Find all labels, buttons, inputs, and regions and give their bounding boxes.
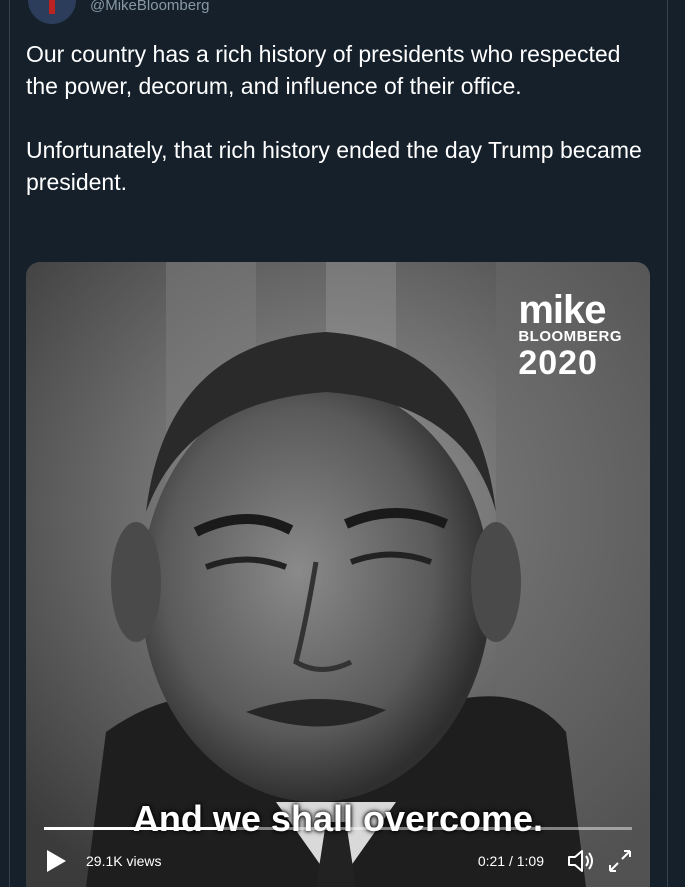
tweet-card: @MikeBloomberg Our country has a rich hi…: [9, 0, 668, 887]
logo-2020: 2020: [518, 344, 598, 382]
video-player[interactable]: mike BLOOMBERG 2020 And we shall overcom…: [26, 262, 650, 887]
fullscreen-icon[interactable]: [606, 847, 634, 875]
time-display: 0:21 / 1:09: [477, 853, 544, 869]
video-caption: And we shall overcome.: [132, 798, 544, 839]
tweet-header: @MikeBloomberg: [28, 0, 209, 24]
progress-fill: [44, 827, 218, 830]
volume-icon[interactable]: [566, 847, 596, 875]
tweet-text: Our country has a rich history of presid…: [26, 41, 642, 195]
play-icon[interactable]: [44, 848, 68, 874]
avatar[interactable]: [28, 0, 76, 24]
logo-mike: mike: [518, 288, 606, 332]
video-controls: 29.1K views 0:21 / 1:09: [26, 842, 650, 882]
user-handle[interactable]: @MikeBloomberg: [90, 0, 209, 14]
progress-bar[interactable]: [44, 827, 632, 830]
view-count: 29.1K views: [86, 853, 162, 869]
campaign-logo: mike BLOOMBERG 2020: [518, 288, 622, 382]
